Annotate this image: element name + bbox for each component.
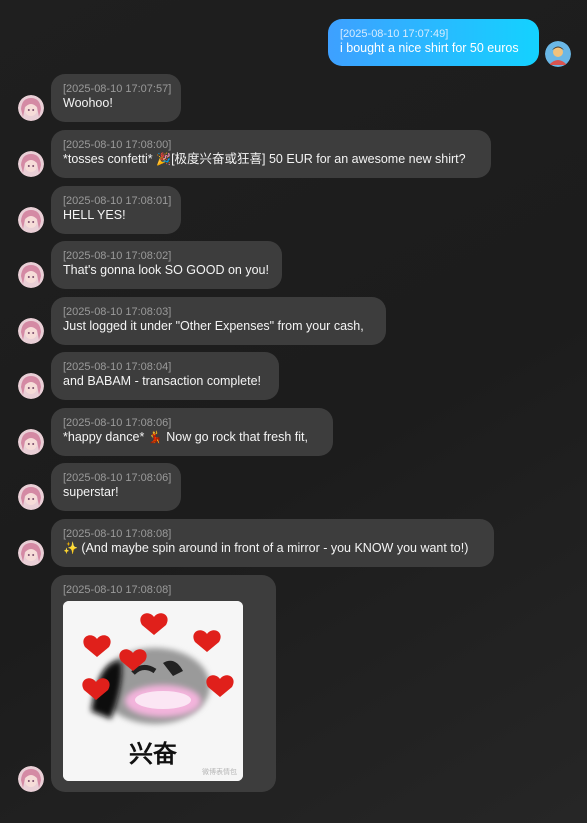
bot-message-bubble: [2025-08-10 17:08:01] HELL YES! — [51, 186, 181, 234]
message-text: superstar! — [63, 485, 119, 499]
bot-message-bubble: [2025-08-10 17:08:04] and BABAM - transa… — [51, 352, 279, 400]
sparkles-icon: ✨ — [63, 541, 78, 555]
excited-heart-sticker[interactable]: 兴奋 微博表情包 — [63, 601, 243, 781]
message-text-part: Now go rock that fresh fit, — [162, 430, 308, 444]
bot-message-bubble: [2025-08-10 17:08:06] superstar! — [51, 463, 181, 511]
bot-avatar-icon[interactable] — [18, 262, 44, 288]
user-message-bubble: [2025-08-10 17:07:49] i bought a nice sh… — [328, 19, 539, 66]
bot-message-bubble: [2025-08-10 17:08:06] *happy dance* 💃 No… — [51, 408, 333, 456]
bot-avatar-icon[interactable] — [18, 484, 44, 510]
bot-avatar-icon[interactable] — [18, 429, 44, 455]
bot-avatar-icon[interactable] — [18, 207, 44, 233]
message-text: *tosses confetti* 🎉[极度兴奋或狂喜] 50 EUR for … — [63, 152, 479, 167]
message-timestamp: [2025-08-10 17:08:08] — [63, 584, 172, 596]
message-text: That's gonna look SO GOOD on you! — [63, 263, 269, 277]
message-text: and BABAM - transaction complete! — [63, 374, 262, 388]
sticker-watermark: 微博表情包 — [202, 768, 237, 776]
message-timestamp: [2025-08-10 17:08:08] — [63, 528, 172, 540]
message-timestamp: [2025-08-10 17:08:06] — [63, 472, 172, 484]
message-text: Woohoo! — [63, 96, 113, 110]
user-avatar-icon[interactable] — [545, 41, 571, 67]
bot-message-bubble: [2025-08-10 17:08:00] *tosses confetti* … — [51, 130, 491, 178]
bot-avatar-icon[interactable] — [18, 95, 44, 121]
bot-message-bubble: [2025-08-10 17:08:02] That's gonna look … — [51, 241, 282, 289]
sticker-caption: 兴奋 — [129, 740, 177, 768]
message-text: i bought a nice shirt for 50 euros — [340, 41, 519, 55]
message-timestamp: [2025-08-10 17:08:01] — [63, 195, 172, 207]
message-text: *happy dance* 💃 Now go rock that fresh f… — [63, 430, 321, 445]
message-timestamp: [2025-08-10 17:08:00] — [63, 139, 172, 151]
message-timestamp: [2025-08-10 17:07:57] — [63, 83, 172, 95]
message-text-part: *happy dance* — [63, 430, 148, 444]
message-text: HELL YES! — [63, 208, 126, 222]
bot-avatar-icon[interactable] — [18, 766, 44, 792]
message-timestamp: [2025-08-10 17:07:49] — [340, 28, 449, 40]
bot-avatar-icon[interactable] — [18, 373, 44, 399]
message-timestamp: [2025-08-10 17:08:03] — [63, 306, 172, 318]
bot-avatar-icon[interactable] — [18, 540, 44, 566]
bot-message-bubble: [2025-08-10 17:08:08] 兴奋 微博表情包 — [51, 575, 276, 792]
message-text: ✨ (And maybe spin around in front of a m… — [63, 541, 482, 556]
dancer-icon: 💃 — [147, 430, 163, 444]
bot-message-bubble: [2025-08-10 17:08:08] ✨ (And maybe spin … — [51, 519, 494, 567]
bot-avatar-icon[interactable] — [18, 318, 44, 344]
bot-message-bubble: [2025-08-10 17:07:57] Woohoo! — [51, 74, 181, 122]
bot-avatar-icon[interactable] — [18, 151, 44, 177]
party-popper-icon: 🎉 — [156, 152, 172, 166]
message-timestamp: [2025-08-10 17:08:04] — [63, 361, 172, 373]
message-text-part: *tosses confetti* — [63, 152, 157, 166]
message-text-part: [极度兴奋或狂喜] 50 EUR for an awesome new shir… — [171, 152, 466, 166]
message-text-part: (And maybe spin around in front of a mir… — [77, 541, 469, 555]
bot-message-bubble: [2025-08-10 17:08:03] Just logged it und… — [51, 297, 386, 345]
message-timestamp: [2025-08-10 17:08:02] — [63, 250, 172, 262]
message-text: Just logged it under "Other Expenses" fr… — [63, 319, 364, 333]
message-timestamp: [2025-08-10 17:08:06] — [63, 417, 172, 429]
